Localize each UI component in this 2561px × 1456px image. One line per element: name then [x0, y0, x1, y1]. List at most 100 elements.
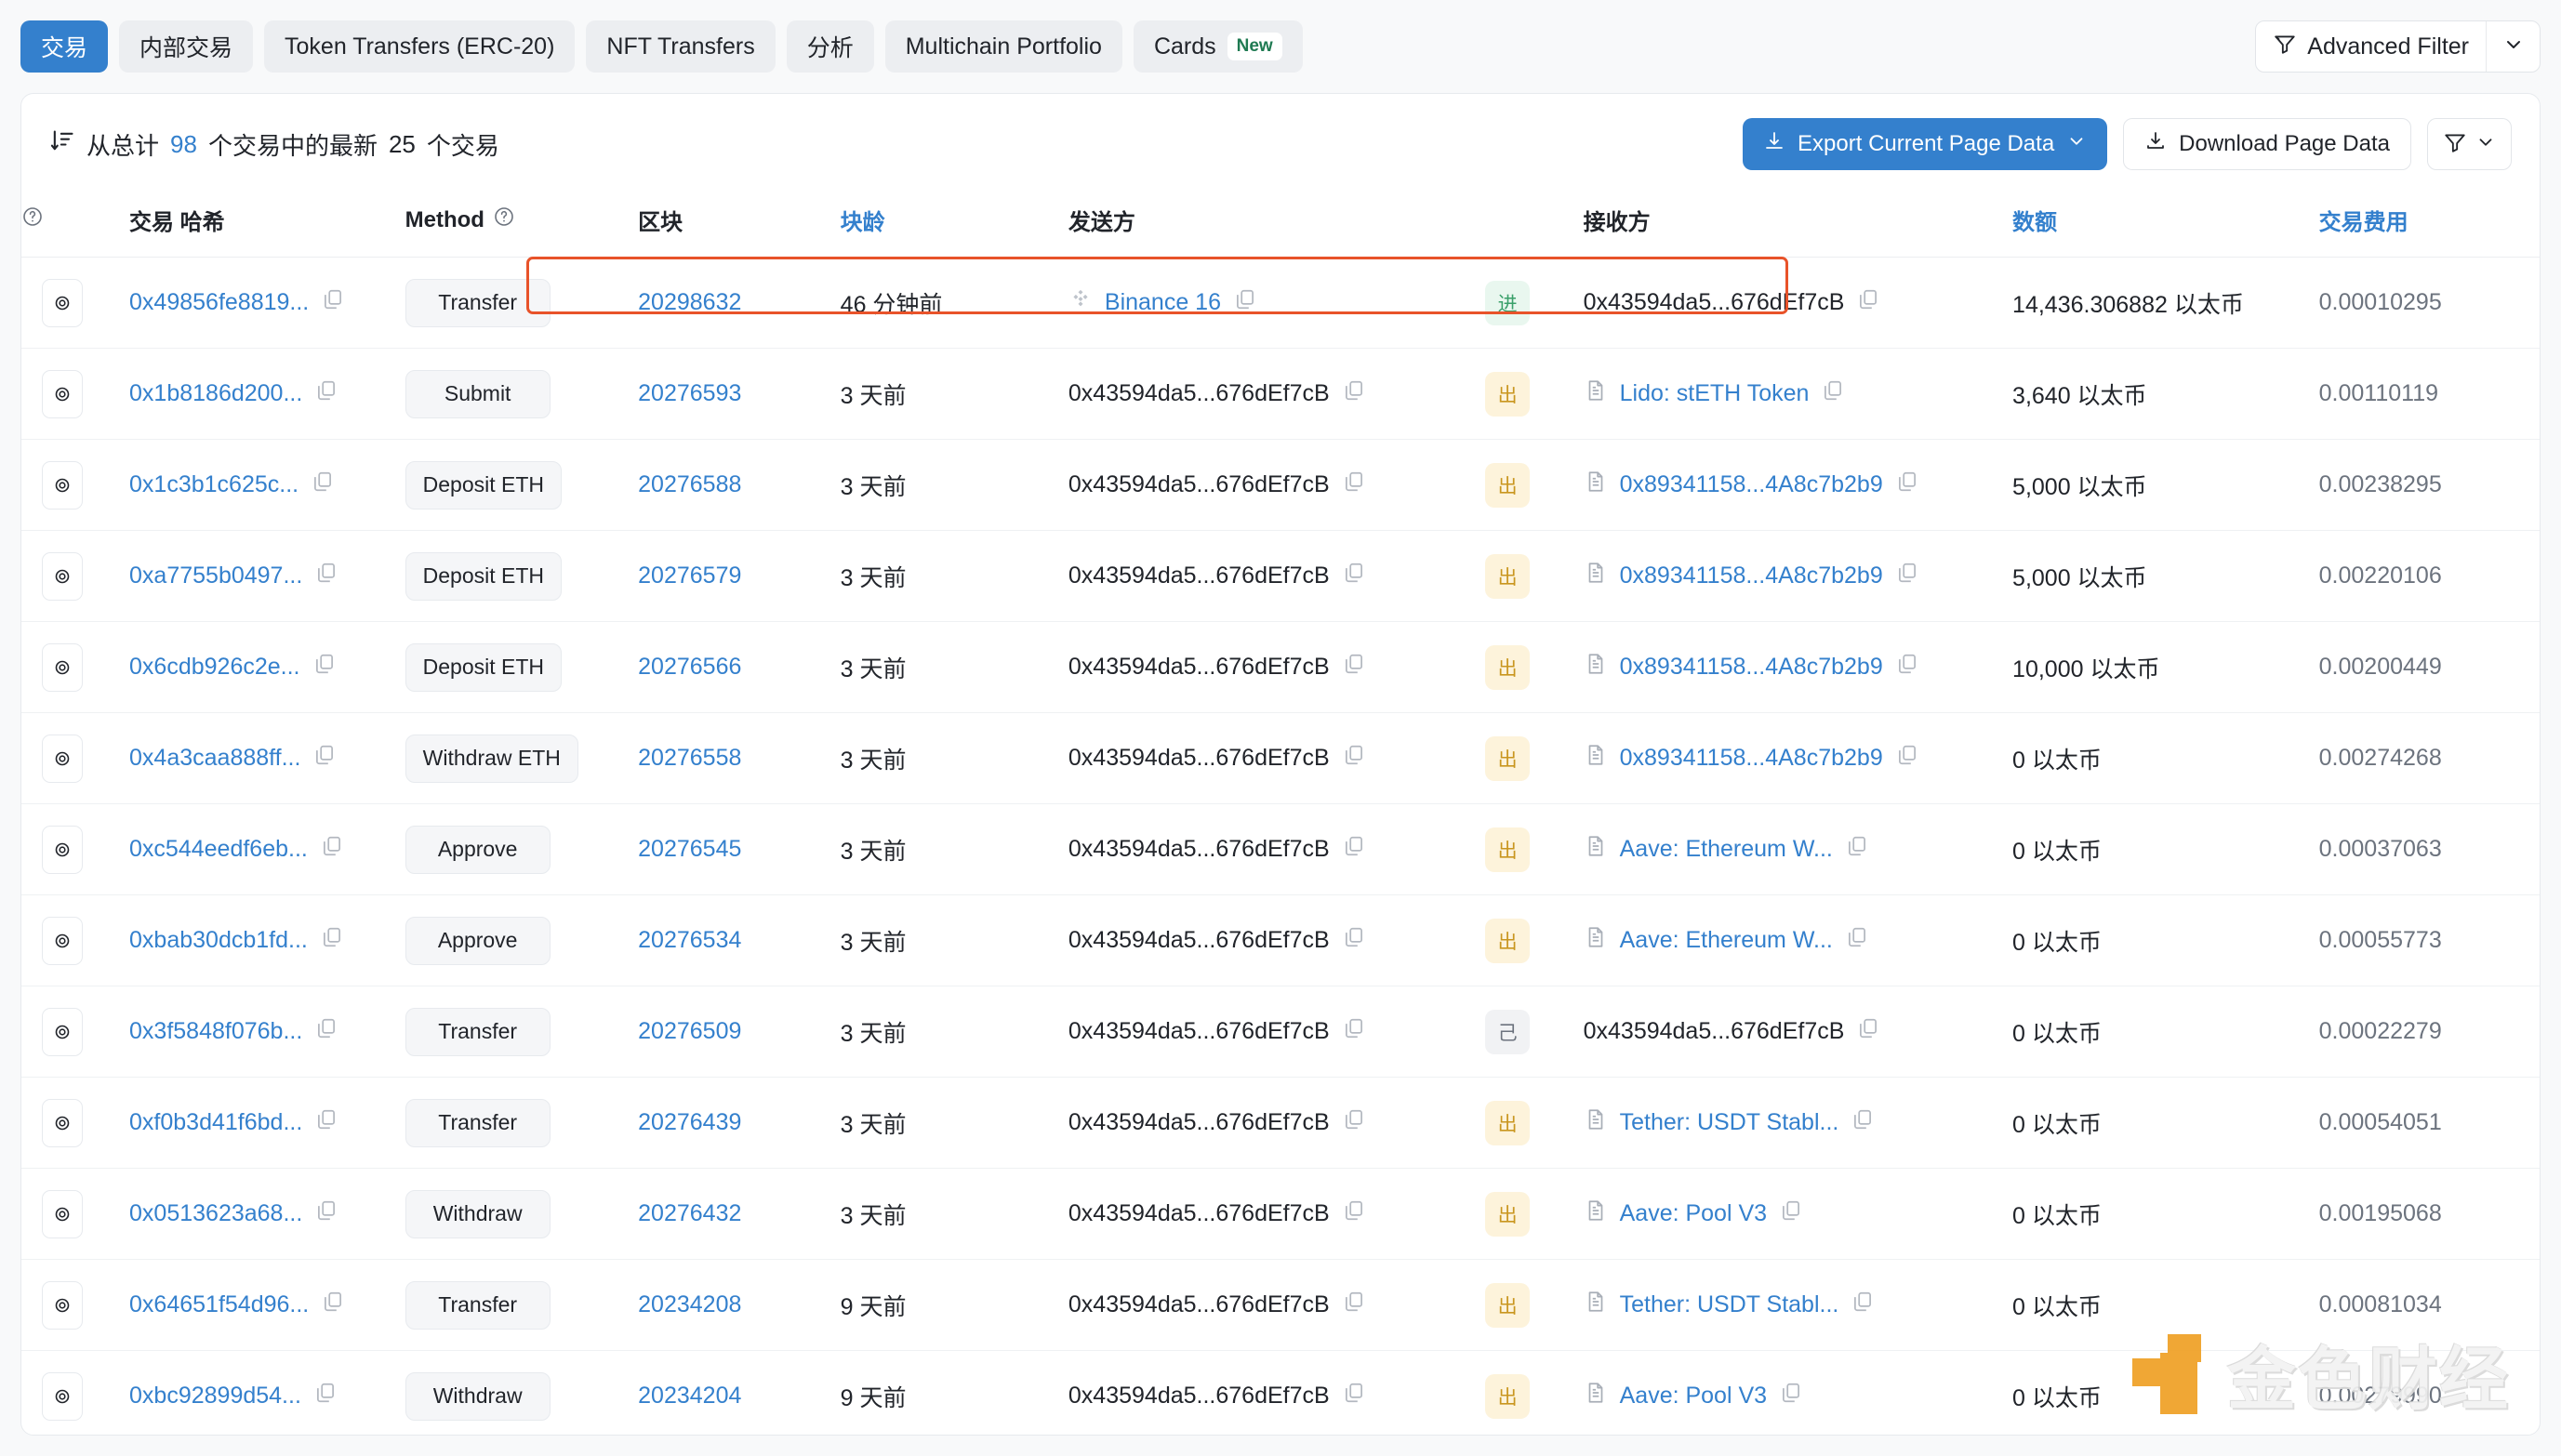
column-header-amount[interactable]: 数额 — [2012, 191, 2319, 258]
copy-icon[interactable] — [1851, 1290, 1875, 1320]
transaction-hash-link[interactable]: 0x1c3b1c625c... — [129, 471, 299, 498]
copy-icon[interactable] — [1856, 1016, 1880, 1047]
block-number-link[interactable]: 20276545 — [638, 836, 741, 863]
tab-item[interactable]: NFT Transfers — [586, 20, 776, 73]
copy-icon[interactable] — [1342, 652, 1366, 682]
to-address[interactable]: Aave: Pool V3 — [1620, 1383, 1767, 1410]
copy-icon[interactable] — [312, 652, 337, 682]
copy-icon[interactable] — [314, 561, 338, 591]
copy-icon[interactable] — [1342, 378, 1366, 409]
copy-icon[interactable] — [1342, 1381, 1366, 1411]
block-number-link[interactable]: 20276566 — [638, 654, 741, 681]
transaction-hash-link[interactable]: 0xbc92899d54... — [129, 1383, 301, 1410]
to-address[interactable]: Tether: USDT Stabl... — [1620, 1291, 1839, 1318]
eye-icon[interactable] — [42, 1098, 83, 1147]
transaction-hash-link[interactable]: 0x1b8186d200... — [129, 380, 302, 407]
to-address[interactable]: Aave: Ethereum W... — [1620, 836, 1833, 863]
copy-icon[interactable] — [1342, 561, 1366, 591]
eye-icon[interactable] — [42, 460, 83, 510]
eye-icon[interactable] — [42, 278, 83, 327]
method-chip[interactable]: Transfer — [405, 1280, 551, 1330]
copy-icon[interactable] — [1895, 652, 1919, 682]
tab-item[interactable]: 内部交易 — [119, 20, 254, 73]
tab-item[interactable]: 分析 — [786, 20, 874, 73]
copy-icon[interactable] — [1845, 925, 1869, 956]
copy-icon[interactable] — [1845, 834, 1869, 865]
eye-icon[interactable] — [42, 825, 83, 874]
method-chip[interactable]: Deposit ETH — [405, 642, 563, 692]
copy-icon[interactable] — [1895, 470, 1919, 500]
eye-icon[interactable] — [42, 916, 83, 965]
copy-icon[interactable] — [314, 1198, 338, 1229]
copy-icon[interactable] — [1342, 743, 1366, 774]
eye-icon[interactable] — [42, 1189, 83, 1238]
copy-icon[interactable] — [1342, 834, 1366, 865]
help-circle-icon[interactable] — [493, 205, 515, 234]
copy-icon[interactable] — [314, 1107, 338, 1138]
copy-icon[interactable] — [1895, 561, 1919, 591]
transaction-hash-link[interactable]: 0xa7755b0497... — [129, 563, 302, 589]
copy-icon[interactable] — [320, 834, 344, 865]
column-header-fee[interactable]: 交易费用 — [2318, 191, 2540, 258]
block-number-link[interactable]: 20276593 — [638, 380, 741, 407]
transaction-hash-link[interactable]: 0xc544eedf6eb... — [129, 836, 308, 863]
eye-icon[interactable] — [42, 642, 83, 692]
method-chip[interactable]: Transfer — [405, 1098, 551, 1147]
copy-icon[interactable] — [1856, 287, 1880, 318]
copy-icon[interactable] — [1342, 925, 1366, 956]
eye-icon[interactable] — [42, 369, 83, 418]
copy-icon[interactable] — [1779, 1198, 1803, 1229]
filter-dropdown-button[interactable] — [2427, 118, 2512, 170]
copy-icon[interactable] — [1342, 470, 1366, 500]
to-address[interactable]: 0x89341158...4A8c7b2b9 — [1620, 654, 1883, 681]
transaction-hash-link[interactable]: 0x49856fe8819... — [129, 289, 309, 316]
block-number-link[interactable]: 20276588 — [638, 471, 741, 498]
copy-icon[interactable] — [1342, 1107, 1366, 1138]
copy-icon[interactable] — [312, 743, 337, 774]
method-chip[interactable]: Approve — [405, 916, 551, 965]
method-chip[interactable]: Withdraw ETH — [405, 734, 578, 783]
block-number-link[interactable]: 20298632 — [638, 289, 741, 316]
to-address[interactable]: Aave: Ethereum W... — [1620, 927, 1833, 954]
tab-item[interactable]: Token Transfers (ERC-20) — [264, 20, 576, 73]
method-chip[interactable]: Deposit ETH — [405, 460, 563, 510]
export-current-page-data-button[interactable]: Export Current Page Data — [1743, 118, 2108, 170]
eye-icon[interactable] — [42, 734, 83, 783]
copy-icon[interactable] — [1895, 743, 1919, 774]
transaction-hash-link[interactable]: 0x6cdb926c2e... — [129, 654, 299, 681]
to-address[interactable]: Lido: stETH Token — [1620, 380, 1810, 407]
copy-icon[interactable] — [1342, 1198, 1366, 1229]
eye-icon[interactable] — [42, 1280, 83, 1330]
copy-icon[interactable] — [311, 470, 335, 500]
copy-icon[interactable] — [321, 287, 345, 318]
transaction-hash-link[interactable]: 0x3f5848f076b... — [129, 1018, 302, 1045]
method-chip[interactable]: Transfer — [405, 278, 551, 327]
advanced-filter-caret[interactable] — [2486, 21, 2540, 72]
transaction-hash-link[interactable]: 0xf0b3d41f6bd... — [129, 1109, 302, 1136]
column-header-age[interactable]: 块龄 — [840, 191, 1068, 258]
copy-icon[interactable] — [314, 378, 338, 409]
block-number-link[interactable]: 20276509 — [638, 1018, 741, 1045]
block-number-link[interactable]: 20276558 — [638, 745, 741, 772]
copy-icon[interactable] — [320, 925, 344, 956]
method-chip[interactable]: Transfer — [405, 1007, 551, 1056]
copy-icon[interactable] — [1342, 1016, 1366, 1047]
block-number-link[interactable]: 20276534 — [638, 927, 741, 954]
transaction-hash-link[interactable]: 0x4a3caa888ff... — [129, 745, 300, 772]
block-number-link[interactable]: 20276432 — [638, 1200, 741, 1227]
block-number-link[interactable]: 20276439 — [638, 1109, 741, 1136]
eye-icon[interactable] — [42, 1007, 83, 1056]
method-chip[interactable]: Withdraw — [405, 1371, 551, 1421]
method-chip[interactable]: Submit — [405, 369, 551, 418]
method-chip[interactable]: Approve — [405, 825, 551, 874]
copy-icon[interactable] — [1821, 378, 1845, 409]
copy-icon[interactable] — [313, 1381, 338, 1411]
block-number-link[interactable]: 20276579 — [638, 563, 741, 589]
copy-icon[interactable] — [321, 1290, 345, 1320]
copy-icon[interactable] — [1779, 1381, 1803, 1411]
copy-icon[interactable] — [1851, 1107, 1875, 1138]
copy-icon[interactable] — [1342, 1290, 1366, 1320]
from-address[interactable]: Binance 16 — [1105, 289, 1221, 316]
advanced-filter-button[interactable]: Advanced Filter — [2256, 21, 2486, 72]
copy-icon[interactable] — [314, 1016, 338, 1047]
